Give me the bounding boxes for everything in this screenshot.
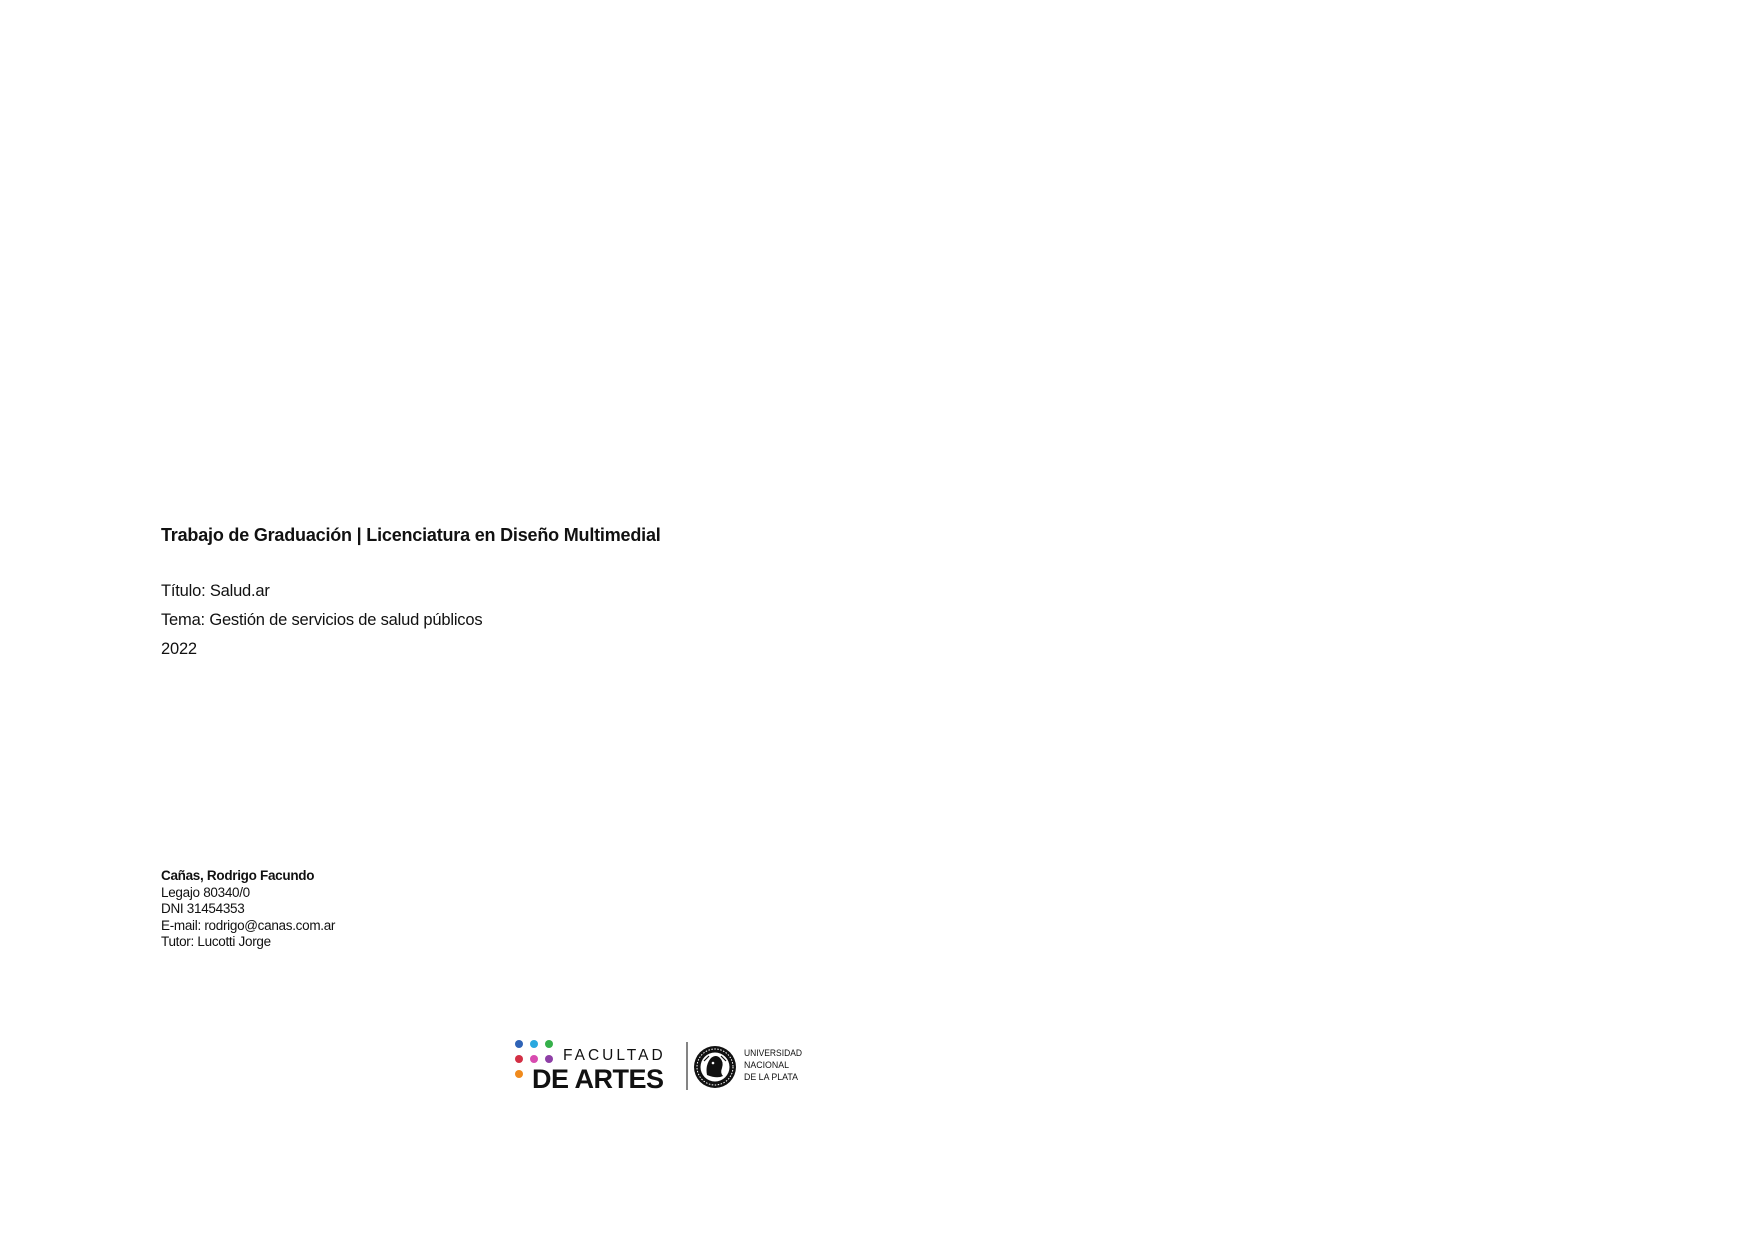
author-info: Cañas, Rodrigo Facundo Legajo 80340/0 DN… <box>161 868 335 951</box>
thesis-details: Título: Salud.ar Tema: Gestión de servic… <box>161 577 483 664</box>
author-name: Cañas, Rodrigo Facundo <box>161 868 315 883</box>
unlp-seal-icon <box>694 1046 736 1088</box>
cover-page: Trabajo de Graduación | Licenciatura en … <box>0 0 1755 1240</box>
dot <box>530 1055 538 1063</box>
thesis-title: Título: Salud.ar <box>161 582 270 600</box>
thesis-topic: Tema: Gestión de servicios de salud públ… <box>161 611 483 629</box>
university-line3: DE LA PLATA <box>744 1072 799 1083</box>
dot <box>545 1040 553 1048</box>
dot <box>515 1055 523 1063</box>
author-email: E-mail: rodrigo@canas.com.ar <box>161 917 336 933</box>
faculty-line2: DE ARTES <box>532 1064 664 1094</box>
document-heading: Trabajo de Graduación | Licenciatura en … <box>161 525 661 545</box>
institution-logos: FACULTAD DE ARTES UNIVERSIDAD NACIONAL D… <box>515 1040 815 1095</box>
university-line2: NACIONAL <box>744 1060 789 1071</box>
author-legajo: Legajo 80340/0 <box>161 884 250 900</box>
logos-svg: FACULTAD DE ARTES UNIVERSIDAD NACIONAL D… <box>515 1040 802 1094</box>
thesis-year: 2022 <box>161 640 197 658</box>
dot <box>515 1040 523 1048</box>
author-dni: DNI 31454353 <box>161 901 245 916</box>
dot <box>545 1055 553 1063</box>
tutor-name: Tutor: Lucotti Jorge <box>161 934 271 949</box>
dot <box>530 1040 538 1048</box>
university-line1: UNIVERSIDAD <box>744 1048 802 1059</box>
dot <box>515 1070 523 1078</box>
faculty-line1: FACULTAD <box>563 1047 666 1064</box>
